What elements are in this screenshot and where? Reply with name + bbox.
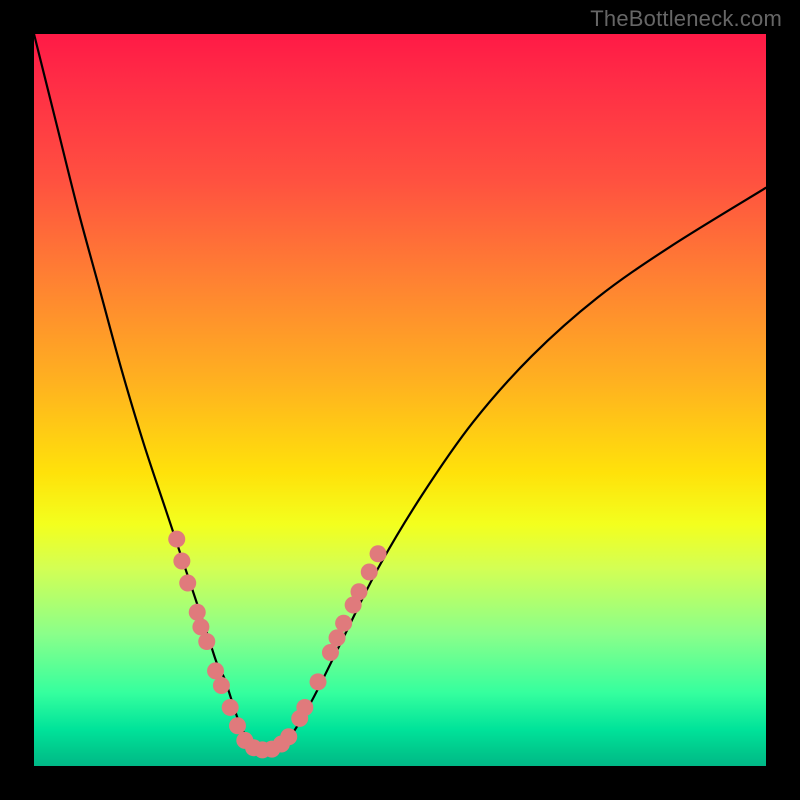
data-bead — [173, 553, 190, 570]
curve-svg — [34, 34, 766, 766]
data-bead — [280, 728, 297, 745]
data-bead — [310, 673, 327, 690]
data-bead — [189, 604, 206, 621]
data-beads — [168, 531, 386, 759]
data-bead — [168, 531, 185, 548]
data-bead — [370, 545, 387, 562]
data-bead — [179, 575, 196, 592]
data-bead — [229, 717, 246, 734]
data-bead — [335, 615, 352, 632]
watermark-text: TheBottleneck.com — [590, 6, 782, 32]
chart-frame: TheBottleneck.com — [0, 0, 800, 800]
data-bead — [213, 677, 230, 694]
data-bead — [351, 583, 368, 600]
data-bead — [198, 633, 215, 650]
data-bead — [296, 699, 313, 716]
data-bead — [192, 618, 209, 635]
data-bead — [322, 644, 339, 661]
data-bead — [329, 629, 346, 646]
bottleneck-curve — [34, 34, 766, 752]
plot-area — [34, 34, 766, 766]
data-bead — [222, 699, 239, 716]
data-bead — [207, 662, 224, 679]
data-bead — [361, 564, 378, 581]
